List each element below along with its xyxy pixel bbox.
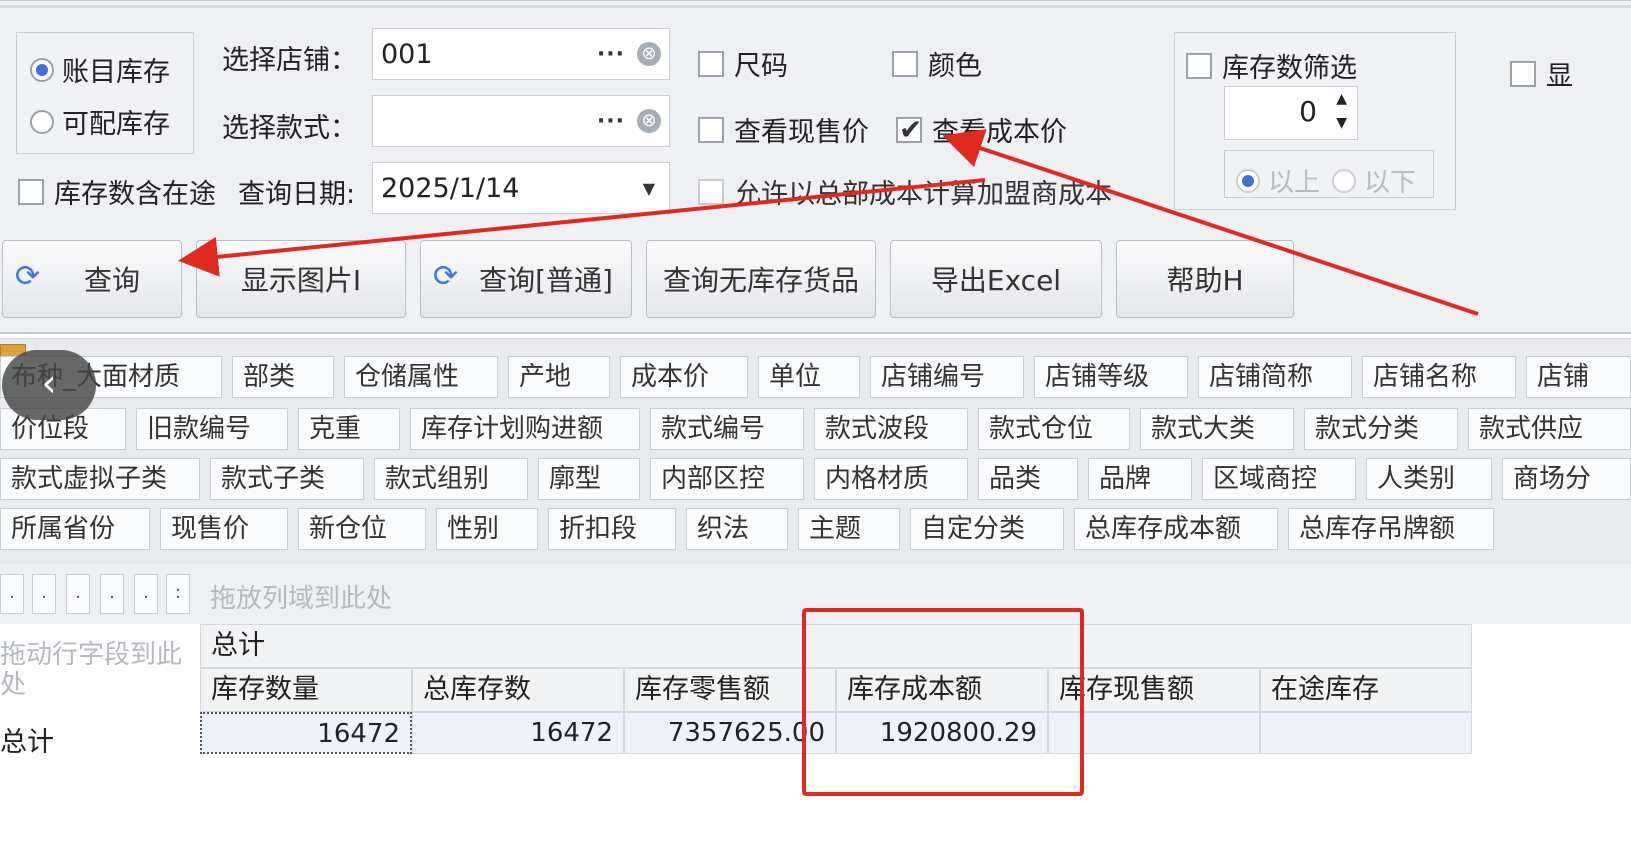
annotation-arrow-to-cost-checkbox (942, 129, 1479, 316)
annotation-arrow-to-query-button (178, 178, 986, 277)
annotation-arrows (178, 129, 1479, 316)
